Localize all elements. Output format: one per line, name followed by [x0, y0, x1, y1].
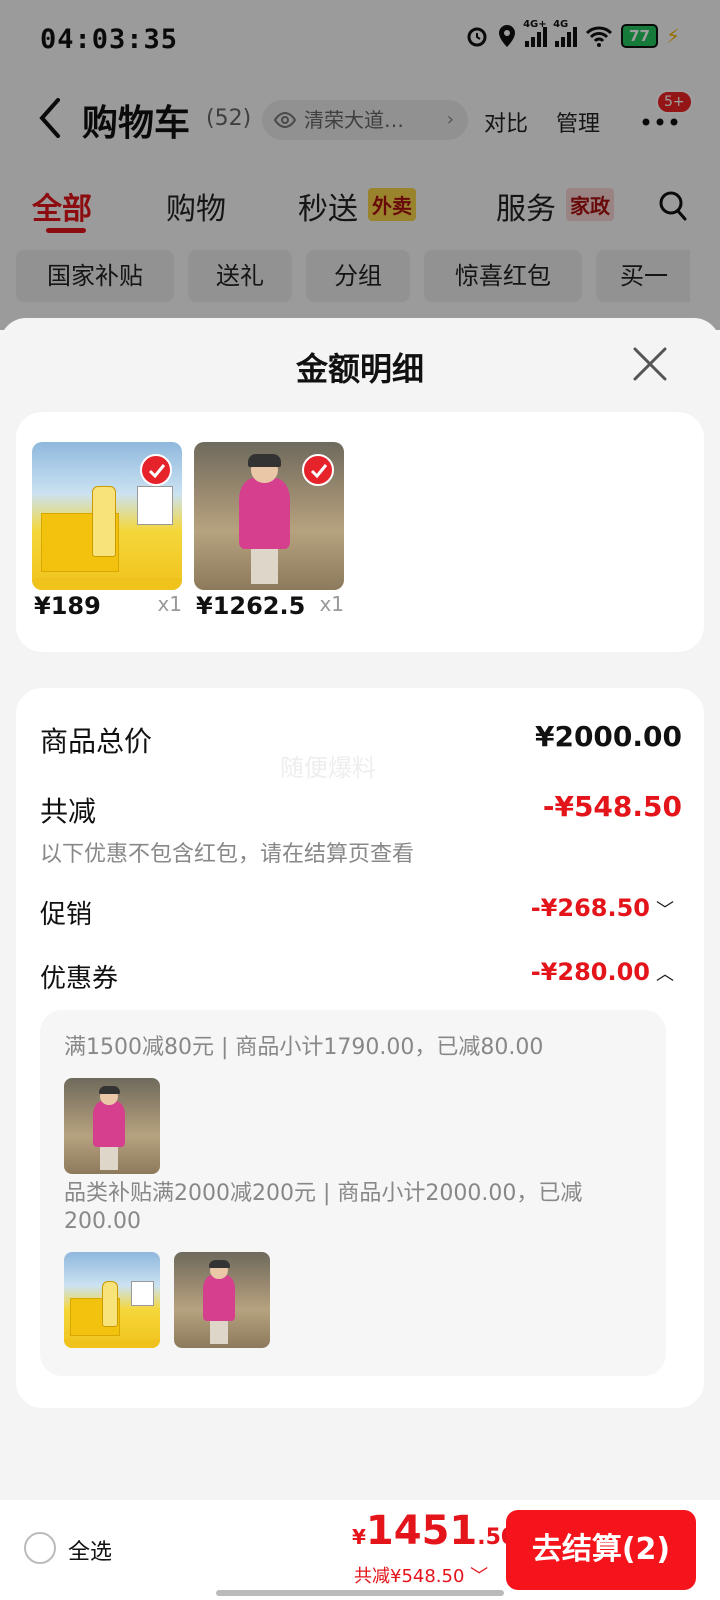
coupon-product-image	[64, 1252, 160, 1348]
watermark: 随便爆料	[280, 754, 376, 782]
checked-icon[interactable]	[140, 454, 172, 486]
select-all-label[interactable]: 全选	[68, 1534, 112, 1566]
chevron-down-icon: ﹀	[656, 900, 674, 921]
chevron-up-icon: ︿	[656, 964, 674, 985]
checkout-button[interactable]: 去结算(2)	[506, 1510, 696, 1590]
dim-overlay[interactable]	[0, 0, 720, 330]
promo-value: -¥268.50	[530, 894, 650, 922]
coupon-row-toggle[interactable]: -¥280.00 ︿	[531, 958, 674, 986]
reduced-value: -¥548.50	[542, 790, 682, 823]
total-label: 商品总价	[40, 725, 153, 758]
coupon-line-1: 满1500减80元 | 商品小计1790.00，已减80.00	[64, 1035, 544, 1060]
chevron-down-icon: ﹀	[470, 1566, 489, 1587]
coupon-line-2: 品类补贴满2000减200元 | 商品小计2000.00，已减200.00	[64, 1181, 583, 1234]
sheet-title: 金额明细	[295, 350, 424, 388]
item-price: ¥1262.5	[196, 592, 306, 620]
saved-amount-toggle[interactable]: 共减¥548.50 ﹀	[354, 1562, 488, 1588]
product-image-loccitane	[32, 442, 182, 590]
coupon-product-image	[174, 1252, 270, 1348]
item-qty: x1	[157, 592, 182, 616]
selected-items-card: ¥189 x1 ¥1262.5 x1	[16, 412, 704, 652]
item-card[interactable]: ¥189 x1	[32, 442, 182, 620]
price-detail-card: 随便爆料 商品总价 ¥2000.00 共减 -¥548.50 以下优惠不包含红包…	[16, 688, 704, 1408]
reduced-note: 以下优惠不包含红包，请在结算页查看	[40, 842, 415, 867]
saved-amount: 共减¥548.50	[354, 1566, 465, 1587]
select-all-radio[interactable]	[24, 1532, 56, 1564]
checked-icon[interactable]	[302, 454, 334, 486]
promo-row-toggle[interactable]: -¥268.50 ﹀	[531, 894, 674, 922]
close-icon[interactable]	[632, 346, 668, 382]
coupon-product-image	[64, 1078, 160, 1174]
item-price: ¥189	[34, 592, 101, 620]
checkout-bar: 全选 ¥1451.50 共减¥548.50 ﹀ 去结算(2)	[0, 1500, 720, 1600]
home-indicator[interactable]	[216, 1590, 504, 1596]
coupon-label: 优惠券	[40, 964, 119, 994]
reduced-label: 共减	[40, 795, 97, 828]
item-card[interactable]: ¥1262.5 x1	[194, 442, 344, 620]
coupon-details: 满1500减80元 | 商品小计1790.00，已减80.00 品类补贴满200…	[40, 1010, 666, 1376]
total-value: ¥2000.00	[534, 720, 682, 753]
total-price: ¥1451.50	[352, 1508, 517, 1554]
product-image-jacket	[194, 442, 344, 590]
amount-detail-sheet: 金额明细 ¥189 x1 ¥1262.5 x1 随便爆料 商品总价 ¥2000.…	[0, 318, 720, 1600]
item-qty: x1	[319, 592, 344, 616]
promo-label: 促销	[40, 900, 93, 930]
coupon-value: -¥280.00	[530, 958, 650, 986]
